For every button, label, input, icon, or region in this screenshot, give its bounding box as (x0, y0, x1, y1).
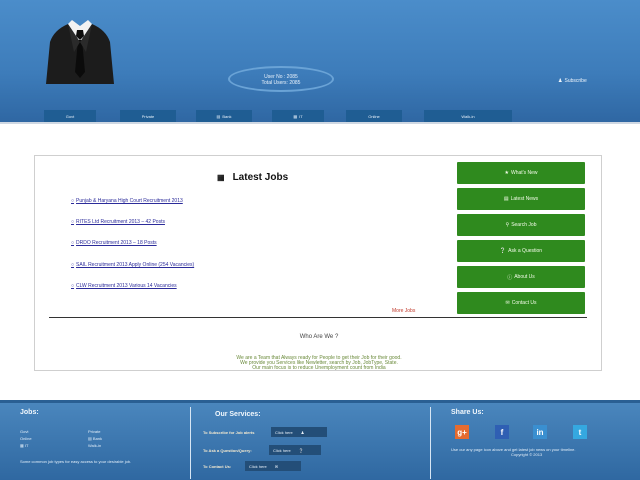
nav-item-online[interactable]: Online (346, 110, 402, 122)
subscribe-link[interactable]: ♟ Subscribe (558, 78, 587, 84)
who-line: Our main focus is to reduce Unemployment… (252, 365, 386, 371)
footer-job-link[interactable]: Govt (20, 429, 28, 434)
button-label: Click here (273, 447, 291, 453)
main-nav: Govt Private ▤ Bank ▦ IT Online Walk-in (0, 110, 640, 122)
google-plus-icon[interactable]: g+ (455, 425, 469, 439)
job-title: Punjab & Haryana High Court Recruitment … (76, 198, 183, 204)
user-icon: ♟ (300, 429, 305, 435)
footer-job-label: IT (24, 443, 29, 448)
job-link[interactable]: ○ RITES Ltd Recruitment 2013 – 42 Posts (71, 219, 165, 225)
footer-jobs-note: Some common job types for easy access to… (20, 459, 132, 464)
site-footer: Jobs: Govt Private Online ▤ Bank ▦ IT Wa… (0, 400, 640, 480)
job-title: DRDO Recruitment 2013 – 18 Posts (76, 240, 157, 246)
button-label: Ask a Question (508, 248, 543, 254)
circle-icon: ○ (71, 219, 75, 225)
ask-question-button[interactable]: ❔ Ask a Question (457, 240, 585, 262)
question-icon: ❔ (298, 447, 304, 453)
total-users-text: Total Users: 2085 (261, 80, 301, 86)
nav-item-private[interactable]: Private (120, 110, 176, 122)
nav-label: Online (368, 113, 380, 119)
job-title: RITES Ltd Recruitment 2013 – 42 Posts (76, 219, 165, 225)
user-count-display: User No : 2085 Total Users: 2085 (228, 66, 334, 92)
search-job-button[interactable]: ⚲ Search Job (457, 214, 585, 236)
footer-job-link[interactable]: ▦ IT (20, 443, 28, 448)
who-are-we-heading: Who Are We ? (299, 334, 339, 340)
nav-item-walkin[interactable]: Walk-in (424, 110, 512, 122)
contact-icon: ✉ (274, 463, 279, 469)
circle-icon: ○ (71, 262, 75, 268)
about-us-button[interactable]: ⓘ About Us (457, 266, 585, 288)
nav-label: Govt (65, 113, 75, 119)
nav-item-govt[interactable]: Govt (44, 110, 96, 122)
user-icon: ♟ (558, 78, 563, 84)
facebook-icon[interactable]: f (495, 425, 509, 439)
service-label: To Contact Us: (203, 464, 232, 469)
footer-job-link[interactable]: Private (88, 429, 100, 434)
service-label: To Subscribe for Job alerts (203, 430, 255, 435)
divider (49, 317, 587, 318)
subscribe-click-button[interactable]: Click here ♟ (271, 427, 327, 437)
footer-jobs-heading: Jobs: (20, 409, 39, 416)
ask-question-click-button[interactable]: Click here ❔ (269, 445, 321, 455)
contact-click-button[interactable]: Click here ✉ (245, 461, 301, 471)
job-link[interactable]: ○ CLW Recruitment 2013 Various 14 Vacanc… (71, 283, 177, 289)
button-label: About Us (514, 274, 535, 280)
more-jobs-link[interactable]: More Jobs (392, 308, 415, 314)
button-label: Contact Us (511, 300, 537, 306)
whats-new-button[interactable]: ★ What's New (457, 162, 585, 184)
footer-jobs-section: Jobs: Govt Private Online ▤ Bank ▦ IT Wa… (0, 403, 190, 480)
nav-label: Bank (222, 113, 232, 119)
nav-label: Private (141, 113, 155, 119)
job-title: SAIL Recruitment 2013 Apply Online (254 … (76, 262, 195, 268)
nav-label: Walk-in (461, 113, 475, 119)
site-header: User No : 2085 Total Users: 2085 ♟ Subsc… (0, 0, 640, 124)
latest-news-button[interactable]: ▤ Latest News (457, 188, 585, 210)
circle-icon: ○ (71, 198, 75, 204)
footer-job-link[interactable]: Online (20, 436, 32, 441)
search-icon: ⚲ (505, 222, 510, 228)
footer-share-section: Share Us: g+ f in t Use our any page ico… (431, 403, 640, 480)
newspaper-icon: ▦ (217, 173, 225, 182)
footer-services-heading: Our Services: (215, 411, 261, 418)
question-icon: ❔ (499, 248, 507, 254)
footer-job-link[interactable]: ▤ Bank (88, 436, 102, 441)
circle-icon: ○ (71, 240, 75, 246)
button-label: What's New (510, 170, 538, 176)
contact-icon: ✉ (505, 300, 510, 306)
latest-jobs-heading: ▦ Latest Jobs (217, 172, 288, 183)
button-label: Click here (249, 463, 267, 469)
service-label: To Ask a Question/Query: (203, 448, 252, 453)
nav-item-bank[interactable]: ▤ Bank (196, 110, 252, 122)
subscribe-label: Subscribe (564, 78, 587, 84)
footer-job-link[interactable]: Walk-in (88, 443, 101, 448)
it-icon: ▦ (20, 443, 24, 448)
nav-label: IT (299, 113, 303, 119)
job-title: CLW Recruitment 2013 Various 14 Vacancie… (76, 283, 177, 289)
button-label: Search Job (511, 222, 537, 228)
button-label: Latest News (510, 196, 539, 202)
info-icon: ⓘ (507, 274, 513, 281)
it-icon: ▦ (293, 113, 298, 119)
job-link[interactable]: ○ DRDO Recruitment 2013 – 18 Posts (71, 240, 157, 246)
footer-job-label: Bank (92, 436, 103, 441)
latest-jobs-title: Latest Jobs (232, 172, 289, 183)
star-icon: ★ (504, 170, 509, 176)
footer-services-section: Our Services: To Subscribe for Job alert… (191, 403, 429, 480)
news-icon: ▤ (503, 196, 509, 202)
button-label: Click here (275, 429, 293, 435)
footer-share-heading: Share Us: (451, 409, 484, 416)
nav-item-it[interactable]: ▦ IT (272, 110, 324, 122)
bank-icon: ▤ (88, 436, 92, 441)
suit-logo (46, 20, 114, 84)
twitter-icon[interactable]: t (573, 425, 587, 439)
contact-us-button[interactable]: ✉ Contact Us (457, 292, 585, 314)
bank-icon: ▤ (216, 113, 221, 119)
circle-icon: ○ (71, 283, 75, 289)
job-link[interactable]: ○ Punjab & Haryana High Court Recruitmen… (71, 198, 183, 204)
copyright-text: Copyright © 2013 (511, 452, 543, 457)
linkedin-icon[interactable]: in (533, 425, 547, 439)
who-are-we-text: We are a Team that Always ready for Peop… (35, 356, 603, 371)
job-link[interactable]: ○ SAIL Recruitment 2013 Apply Online (25… (71, 262, 194, 268)
